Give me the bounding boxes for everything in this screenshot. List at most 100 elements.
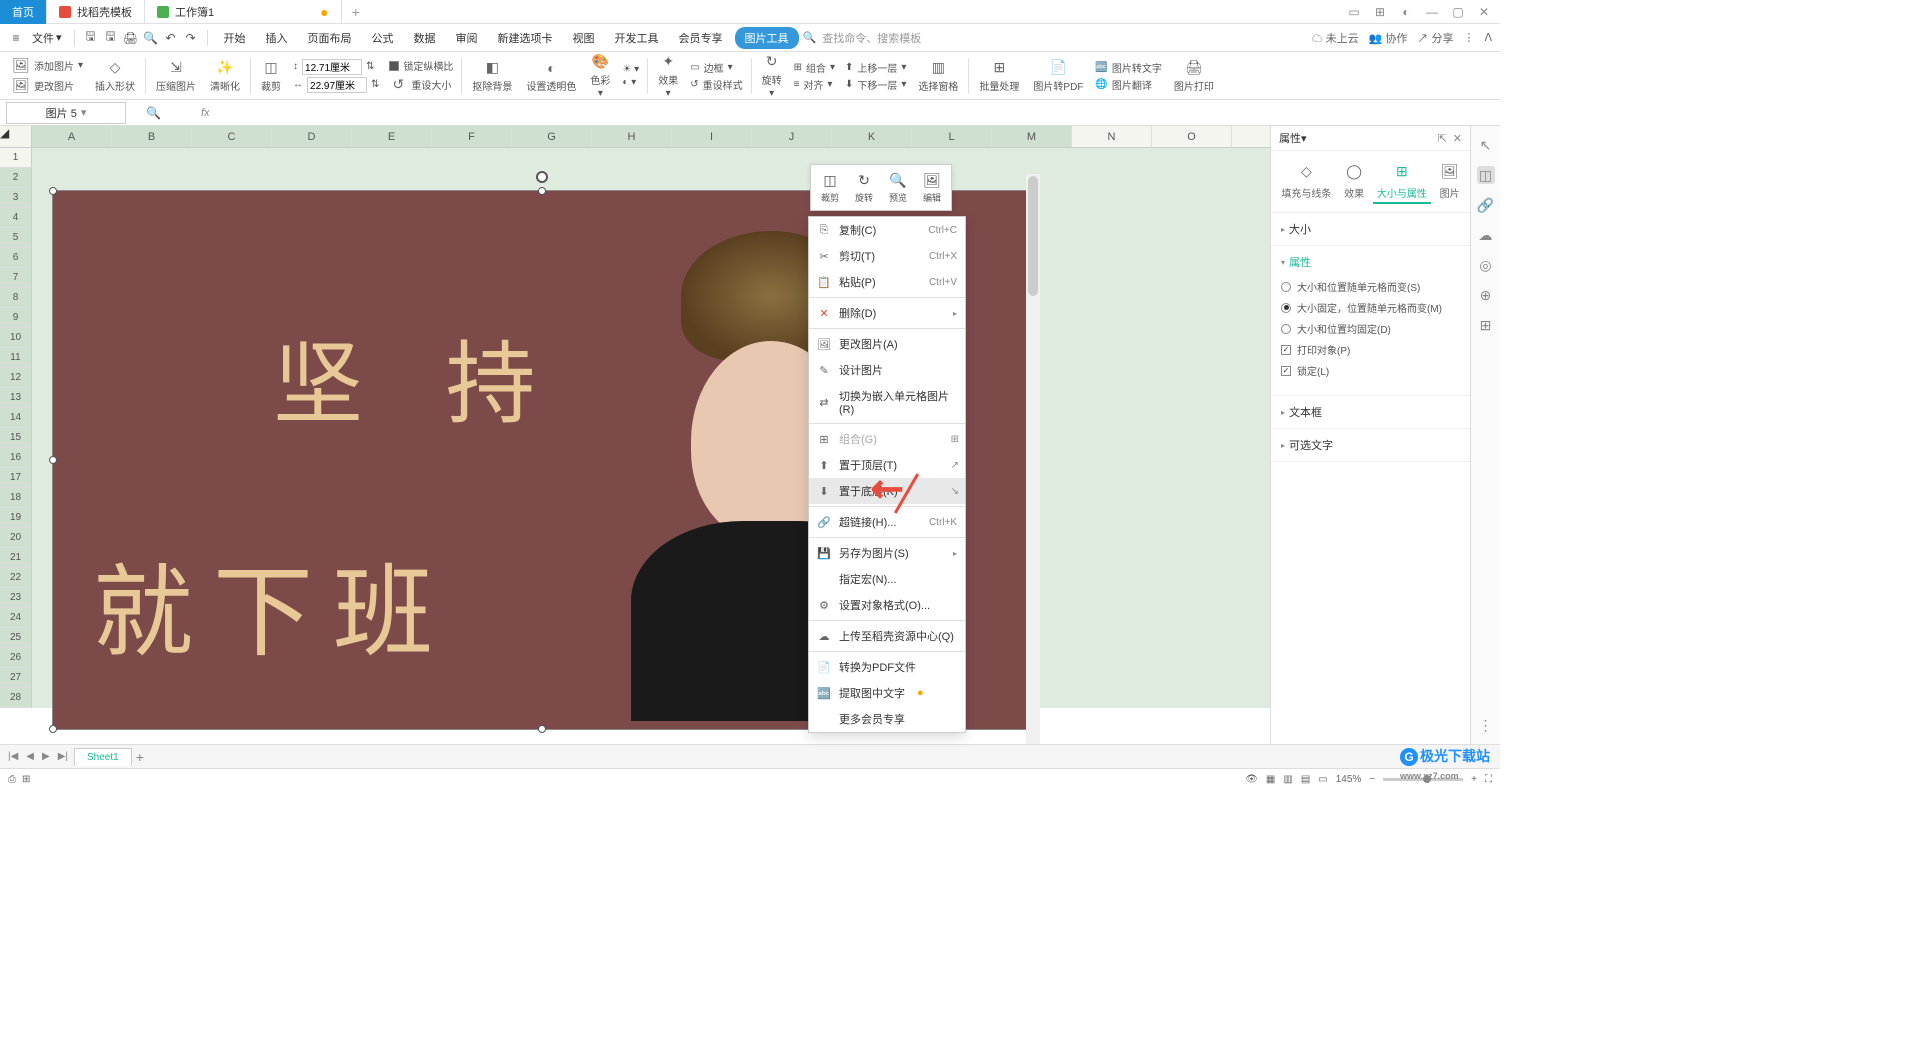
- select-all-corner[interactable]: ◢: [0, 126, 32, 147]
- save-as-icon[interactable]: 🖫: [103, 30, 119, 46]
- reset-size-button[interactable]: ↺重设大小: [389, 75, 453, 93]
- col-header[interactable]: J: [752, 126, 832, 147]
- menu-start[interactable]: 开始: [216, 26, 254, 50]
- clarity-button[interactable]: ✨清晰化: [204, 57, 246, 95]
- col-header[interactable]: C: [192, 126, 272, 147]
- checkbox-lock[interactable]: 锁定(L): [1281, 360, 1460, 381]
- float-preview-button[interactable]: 🔍预览: [881, 167, 915, 208]
- align-button[interactable]: ≡ 对齐 ▾: [794, 77, 835, 92]
- apps-icon[interactable]: ⊞: [1372, 4, 1388, 20]
- side-backup-icon[interactable]: ⊕: [1477, 286, 1495, 304]
- panel-section-alt[interactable]: ▸可选文字: [1271, 429, 1470, 462]
- side-settings-icon[interactable]: ⊞: [1477, 316, 1495, 334]
- crop-button[interactable]: ◫裁剪: [255, 57, 287, 95]
- float-crop-button[interactable]: ◫裁剪: [813, 167, 847, 208]
- more-icon[interactable]: ⋮: [1463, 31, 1474, 44]
- panel-pin-icon[interactable]: ⇱: [1438, 132, 1447, 145]
- command-search[interactable]: 🔍 查找命令、搜索模板: [803, 30, 922, 46]
- rotate-button[interactable]: ↻旋转 ▾: [756, 51, 788, 101]
- preview-icon[interactable]: 🔍: [143, 30, 159, 46]
- cells-area[interactable]: 坚 持 就下班: [32, 148, 1270, 708]
- row-header[interactable]: 18: [0, 488, 32, 508]
- redo-icon[interactable]: ↷: [183, 30, 199, 46]
- tab-home[interactable]: 首页: [0, 0, 47, 24]
- col-header[interactable]: H: [592, 126, 672, 147]
- menu-newtab[interactable]: 新建选项卡: [490, 26, 561, 50]
- avatar-icon[interactable]: ◐: [1398, 4, 1414, 20]
- sheet-nav-last[interactable]: ▶|: [56, 751, 70, 762]
- spreadsheet[interactable]: ◢ A B C D E F G H I J K L M N O 12345678…: [0, 126, 1270, 744]
- col-header[interactable]: F: [432, 126, 512, 147]
- change-image-button[interactable]: 🖼更改图片: [12, 77, 83, 95]
- zoom-slider[interactable]: [1383, 778, 1463, 781]
- status-sheet-icon[interactable]: ⊞: [22, 774, 30, 785]
- compress-button[interactable]: ⇲压缩图片: [150, 57, 202, 95]
- side-more-icon[interactable]: ⋮: [1477, 716, 1495, 734]
- send-backward-button[interactable]: ⬇ 下移一层 ▾: [845, 77, 906, 92]
- to-pdf-button[interactable]: 📄图片转PDF: [1027, 57, 1089, 95]
- col-header[interactable]: K: [832, 126, 912, 147]
- new-tab-button[interactable]: +: [342, 4, 370, 20]
- row-header[interactable]: 8: [0, 288, 32, 308]
- float-edit-button[interactable]: 🖼编辑: [915, 167, 949, 208]
- col-header[interactable]: L: [912, 126, 992, 147]
- context-menu-item[interactable]: ⬇置于底层(K)↘: [809, 478, 965, 504]
- row-header[interactable]: 9: [0, 308, 32, 328]
- row-header[interactable]: 28: [0, 688, 32, 708]
- row-header[interactable]: 6: [0, 248, 32, 268]
- maximize-button[interactable]: ▢: [1450, 4, 1466, 20]
- add-sheet-button[interactable]: +: [136, 749, 144, 765]
- close-button[interactable]: ✕: [1476, 4, 1492, 20]
- context-menu-item[interactable]: 更多会员专享: [809, 706, 965, 732]
- name-box[interactable]: 图片 5▾: [6, 102, 126, 124]
- side-cloud-icon[interactable]: ☁: [1477, 226, 1495, 244]
- menu-icon[interactable]: ≡: [8, 30, 24, 46]
- radio-move-only[interactable]: 大小固定，位置随单元格而变(M): [1281, 297, 1460, 318]
- view-eye-icon[interactable]: 👁: [1245, 774, 1258, 785]
- remove-bg-button[interactable]: ◧抠除背景: [466, 57, 518, 95]
- sheet-nav-first[interactable]: |◀: [6, 751, 20, 762]
- context-menu-item[interactable]: ✎设计图片: [809, 357, 965, 383]
- menu-data[interactable]: 数据: [406, 26, 444, 50]
- context-menu-item[interactable]: 指定宏(N)...: [809, 566, 965, 592]
- layout-icon[interactable]: ▭: [1346, 4, 1362, 20]
- status-mode-icon[interactable]: ⎙: [8, 774, 16, 785]
- row-header[interactable]: 21: [0, 548, 32, 568]
- resize-handle[interactable]: [538, 187, 546, 195]
- radio-move-size[interactable]: 大小和位置随单元格而变(S): [1281, 276, 1460, 297]
- print-icon[interactable]: 🖨: [123, 30, 139, 46]
- col-header[interactable]: B: [112, 126, 192, 147]
- panel-section-size[interactable]: ▸大小: [1271, 213, 1470, 246]
- to-text-button[interactable]: 🔤 图片转文字: [1095, 60, 1161, 75]
- col-header[interactable]: O: [1152, 126, 1232, 147]
- brightness-button[interactable]: ☀ ▾: [622, 64, 639, 75]
- file-menu[interactable]: 文件 ▾: [28, 30, 66, 46]
- height-input[interactable]: [302, 59, 362, 75]
- side-location-icon[interactable]: ◎: [1477, 256, 1495, 274]
- scrollbar-vertical[interactable]: [1026, 174, 1040, 744]
- checkbox-print[interactable]: 打印对象(P): [1281, 339, 1460, 360]
- row-header[interactable]: 27: [0, 668, 32, 688]
- menu-dev[interactable]: 开发工具: [607, 26, 667, 50]
- view-page-icon[interactable]: ▥: [1283, 774, 1292, 785]
- panel-section-textbox[interactable]: ▸文本框: [1271, 396, 1470, 429]
- col-header[interactable]: A: [32, 126, 112, 147]
- view-normal-icon[interactable]: ▦: [1266, 774, 1275, 785]
- effects-button[interactable]: ✦效果 ▾: [652, 51, 684, 101]
- row-header[interactable]: 10: [0, 328, 32, 348]
- context-menu-item[interactable]: 🔗超链接(H)...Ctrl+K: [809, 509, 965, 535]
- add-image-button[interactable]: 🖼添加图片 ▾: [12, 57, 83, 75]
- float-rotate-button[interactable]: ↻旋转: [847, 167, 881, 208]
- panel-close-icon[interactable]: ✕: [1453, 132, 1462, 145]
- resize-handle[interactable]: [538, 725, 546, 733]
- context-menu-item[interactable]: ✂剪切(T)Ctrl+X: [809, 243, 965, 269]
- menu-member[interactable]: 会员专享: [671, 26, 731, 50]
- context-menu-item[interactable]: 🔤提取图中文字●: [809, 680, 965, 706]
- fullscreen-icon[interactable]: ⛶: [1485, 774, 1492, 785]
- row-header[interactable]: 12: [0, 368, 32, 388]
- menu-image-tools[interactable]: 图片工具: [735, 27, 799, 49]
- resize-handle[interactable]: [49, 187, 57, 195]
- row-header[interactable]: 26: [0, 648, 32, 668]
- context-menu-item[interactable]: 📋粘贴(P)Ctrl+V: [809, 269, 965, 295]
- minimize-button[interactable]: —: [1424, 4, 1440, 20]
